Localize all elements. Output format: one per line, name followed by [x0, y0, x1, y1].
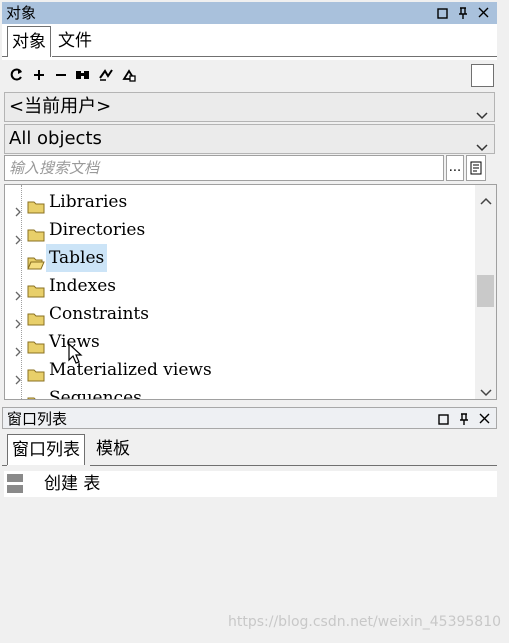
tab-divider	[2, 56, 7, 57]
tree-item-label: Directories	[49, 220, 146, 240]
search-placeholder: 输入搜索文档	[9, 159, 100, 177]
maximize-icon[interactable]	[435, 5, 451, 21]
tab-files[interactable]: 文件	[54, 26, 96, 56]
window-list-title-bar[interactable]: 窗口列表	[2, 407, 497, 429]
find-icon[interactable]	[74, 66, 92, 84]
tree-item-label: Libraries	[49, 192, 128, 212]
tree-item-constraints[interactable]: Constraints	[5, 300, 475, 329]
tree-item-tables[interactable]: Tables	[5, 244, 475, 272]
tree-item-label: Sequences	[49, 388, 142, 400]
add-icon[interactable]	[30, 66, 48, 84]
tab-objects[interactable]: 对象	[7, 26, 51, 57]
search-input[interactable]: 输入搜索文档	[4, 155, 444, 181]
tree-item-label: Constraints	[49, 304, 149, 324]
objects-tab-strip: 对象 文件	[2, 24, 497, 60]
object-tree[interactable]: Libraries Directories Tables Indexes Con…	[4, 184, 497, 400]
owner-select-value: <当前用户>	[9, 96, 112, 117]
folder-icon	[27, 391, 45, 399]
scroll-up-icon[interactable]	[480, 191, 492, 210]
owner-select[interactable]: <当前用户>	[4, 92, 495, 122]
chevron-right-icon[interactable]	[14, 394, 22, 399]
objects-panel-title-bar[interactable]: 对象	[2, 2, 497, 24]
close-icon[interactable]	[476, 5, 492, 21]
tree-item-label: Tables	[46, 244, 108, 272]
tree-scrollbar[interactable]	[475, 185, 496, 399]
pin-icon[interactable]	[456, 411, 472, 427]
window-list-item-label: 创建 表	[44, 474, 101, 494]
close-icon[interactable]	[477, 411, 493, 427]
remove-icon[interactable]	[52, 66, 70, 84]
browse-button[interactable]: ...	[446, 155, 464, 181]
filter-icon[interactable]	[97, 66, 115, 84]
tree-item-sequences[interactable]: Sequences	[5, 384, 475, 400]
properties-icon[interactable]	[120, 66, 138, 84]
window-list-item[interactable]: 创建 表	[4, 471, 497, 497]
toolbar-extra-button[interactable]	[471, 64, 494, 87]
tab-divider	[90, 465, 497, 466]
watermark: https://blog.csdn.net/weixin_45395810	[228, 614, 502, 630]
refresh-icon[interactable]	[8, 66, 26, 84]
tree-item-libraries[interactable]: Libraries	[5, 188, 475, 217]
scroll-down-icon[interactable]	[480, 383, 492, 399]
tree-item-directories[interactable]: Directories	[5, 216, 475, 245]
mouse-cursor-icon	[68, 342, 84, 365]
object-type-select-value: All objects	[9, 128, 102, 149]
objects-panel-title: 对象	[6, 4, 37, 22]
window-icon	[7, 473, 23, 503]
tab-divider	[2, 465, 7, 466]
window-list-title: 窗口列表	[7, 410, 68, 428]
object-type-select[interactable]: All objects	[4, 124, 495, 154]
tab-window-list[interactable]: 窗口列表	[7, 434, 85, 465]
document-icon	[470, 161, 482, 175]
tree-item-label: Indexes	[49, 276, 116, 296]
scrollbar-thumb[interactable]	[477, 275, 494, 307]
maximize-icon[interactable]	[436, 411, 452, 427]
window-list-tab-strip: 窗口列表 模板	[2, 430, 497, 468]
search-document-button[interactable]	[466, 155, 486, 181]
pin-icon[interactable]	[455, 5, 471, 21]
tab-divider	[52, 56, 497, 57]
tab-templates[interactable]: 模板	[92, 434, 134, 464]
tree-item-indexes[interactable]: Indexes	[5, 272, 475, 301]
